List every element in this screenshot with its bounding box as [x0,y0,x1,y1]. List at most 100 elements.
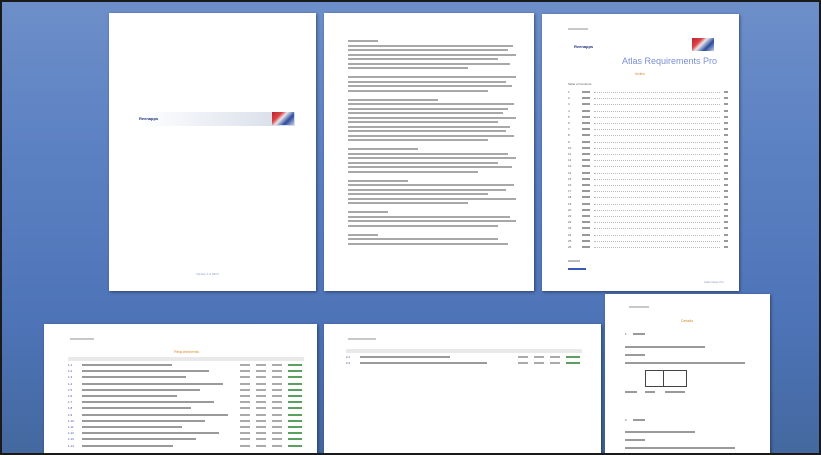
page-table-page[interactable]: Requirements 1.1 1.2 1.3 1.4 1.5 1.6 1.7 1.8 1.9… [44,324,317,453]
table-row-id: 1.3 [68,375,73,380]
page-toc-page[interactable]: Reenapps Atlas Requirements Pro Index Ta… [542,14,739,291]
text-line [348,193,488,195]
table-row-cell [240,401,250,404]
toc-entry-page [724,202,728,205]
page-detail-page[interactable]: Details 1 2 [605,294,770,453]
table-row-id: 1.1 [68,363,73,367]
table-row-id: 1.12 [68,431,74,436]
table-row-cell [566,356,580,358]
table-row[interactable]: 2.2 [346,361,582,368]
toc-entry-leader [594,135,720,137]
toc-entry-page [724,190,728,193]
table-row-title [82,407,191,410]
table-row-cell [272,382,282,385]
toc-entry-leader [594,110,720,112]
table-row-cell [288,395,302,397]
text-line [348,184,514,186]
toc-entry-page [724,208,728,211]
toc-entry-number: 6 [568,121,570,125]
text-line [348,139,488,141]
toc-entry-page [724,153,728,155]
page-short-table-page[interactable]: 2.1 2.2 [324,324,601,453]
text-line [348,98,438,101]
table-row-cell [272,401,282,404]
table-row-title [82,370,209,373]
toc-entry-page [724,128,728,131]
text-line [348,170,478,173]
text-line [348,44,513,47]
table-row-cell [240,382,250,385]
requirements-table: 1.1 1.2 1.3 1.4 1.5 1.6 1.7 1.8 1.9 1.10 1.11 1.12 1… [68,363,304,453]
print-preview-canvas[interactable]: Reenapps Version 1.0 2013 Reenapps Atlas… [0,0,821,455]
table-header-line [70,338,94,340]
toc-entry[interactable]: 26 [568,245,728,253]
table-row-cell [256,370,266,373]
text-line [348,67,468,69]
page-text-page[interactable] [324,13,534,291]
detail-line-a [625,346,705,348]
toc-entry-number: 2 [568,96,570,101]
short-requirements-table: 2.1 2.2 [346,355,582,375]
toc-entry-label [582,208,590,211]
toc-entry-leader [594,178,720,180]
table-row-title [82,388,200,391]
toc-entry-page [724,171,728,174]
toc-entry-leader [594,216,720,217]
table-row-title [82,438,196,441]
table-row-title [82,401,214,404]
table-row-id: 1.2 [68,369,73,374]
table-row-cell [256,388,266,391]
text-line [348,62,510,65]
toc-entry-number: 20 [568,207,572,212]
detail-line-g [625,431,695,433]
table-row-cell [256,382,266,385]
toc-entry-page [724,91,728,93]
table-row-title [82,376,186,379]
table-row-title [82,364,172,366]
table-row[interactable]: 1.14 [68,444,304,451]
table-row-cell [518,356,528,358]
toc-entry-label [582,202,590,205]
toc-entry-number: 5 [568,114,570,119]
table-row-title [360,362,487,365]
table-row-cell [256,444,266,447]
toc-link-2[interactable] [568,268,586,270]
product-title: Atlas Requirements Pro [622,56,718,66]
text-line [348,166,512,168]
toc-entry-number: 3 [568,102,570,107]
toc-label: Table of Contents [568,82,592,86]
table-row-cell [534,362,544,365]
text-line [348,233,378,236]
company-logo: Reenapps [139,116,159,121]
table-row-cell [272,413,282,416]
toc-entry-page [724,109,728,112]
toc-entry-number: 25 [568,238,572,243]
detail-line-f [665,391,685,393]
table-row-cell [272,432,282,435]
table-header-row [68,357,304,361]
table-row-cell [288,426,302,428]
table-row-cell [256,419,266,422]
toc-entry-page [724,239,728,242]
toc-link-1[interactable] [568,260,580,262]
table-row-cell [256,364,266,366]
text-line [348,76,516,78]
text-line [348,58,498,60]
toc-entry-label [582,153,590,155]
short-table-header-line [348,338,376,340]
page-title-page[interactable]: Reenapps Version 1.0 2013 [109,13,316,291]
toc-entry-leader [594,166,720,168]
table-row-id: 1.6 [68,394,73,398]
text-line [348,224,498,227]
text-line [348,107,508,110]
flag-logo-image [272,112,294,125]
table-row-cell [518,362,528,365]
detail-line-h [625,439,645,441]
text-line [348,125,510,128]
toc-entry-leader [594,203,720,205]
toc-entry-page [724,115,728,118]
toc-entry-leader [594,209,720,211]
table-row-cell [256,407,266,410]
table-row-id: 2.2 [346,361,351,366]
toc-entry-number: 10 [568,145,572,150]
